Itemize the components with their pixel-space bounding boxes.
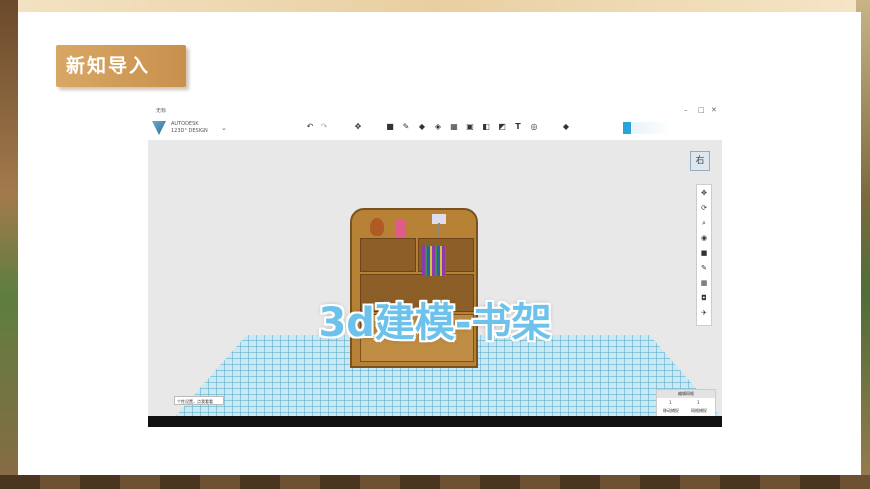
- screenshot-bottom-bar: [148, 416, 722, 427]
- close-icon[interactable]: ✕: [711, 106, 717, 114]
- combine-icon[interactable]: ◧: [482, 123, 490, 131]
- view-cube[interactable]: 右: [690, 151, 710, 171]
- group-icon[interactable]: ▣: [466, 123, 474, 131]
- pink-cup-model: [396, 220, 406, 237]
- vase-model: [370, 218, 384, 236]
- login-button[interactable]: [623, 122, 631, 134]
- 3d-viewport[interactable]: 右 ✥ ⟳ ⌕ ◉ ■ ✎ ▦ ◘ ✈ 3d建模-书架 个性设置，点我看看 S …: [148, 140, 722, 426]
- brand-name: AUTODESK: [171, 121, 199, 127]
- background-top: [0, 0, 870, 12]
- text-icon[interactable]: T: [514, 123, 522, 131]
- grid-value-2[interactable]: 1: [697, 400, 700, 405]
- grid-label-2: 网格捕捉: [691, 408, 707, 413]
- grid-toggle-icon[interactable]: ▦: [700, 279, 708, 287]
- pattern-icon[interactable]: ▦: [450, 123, 458, 131]
- redo-icon[interactable]: ↷: [320, 123, 328, 131]
- main-toolbar: AUTODESK 123D° DESIGN ⌄ ↶ ↷ ✥ ■ ✎ ◆ ◈ ▦ …: [148, 117, 722, 141]
- measure-icon[interactable]: ◩: [498, 123, 506, 131]
- background-bottom: [0, 475, 870, 489]
- modify-icon[interactable]: ◈: [434, 123, 442, 131]
- undo-icon[interactable]: ↶: [306, 123, 314, 131]
- minimize-icon[interactable]: –: [684, 106, 688, 114]
- personal-settings-hint[interactable]: 个性设置，点我看看: [174, 396, 224, 405]
- background-left: [0, 0, 18, 489]
- account-area[interactable]: [632, 122, 672, 134]
- snap-icon[interactable]: ◎: [530, 123, 538, 131]
- transform-icon[interactable]: ✥: [354, 123, 362, 131]
- visibility-icon[interactable]: ✎: [700, 264, 708, 272]
- chevron-down-icon[interactable]: ⌄: [221, 124, 227, 132]
- app-screenshot: 无标 – □ ✕ AUTODESK 123D° DESIGN ⌄ ↶ ↷ ✥ ■…: [148, 105, 722, 427]
- pan-icon[interactable]: ✥: [700, 189, 708, 197]
- grid-label-1: 移动捕捉: [663, 408, 679, 413]
- sketch-icon[interactable]: ✎: [402, 123, 410, 131]
- zoom-icon[interactable]: ⌕: [700, 219, 708, 227]
- grid-value-1[interactable]: 1: [669, 400, 672, 405]
- shelf-compartment: [360, 238, 416, 272]
- view-icon[interactable]: ■: [700, 249, 708, 257]
- overlay-caption: 3d建模-书架: [318, 300, 552, 346]
- grid-panel-header: 编辑网格: [657, 390, 715, 398]
- books-model: [422, 246, 446, 276]
- maximize-icon[interactable]: □: [698, 106, 705, 114]
- lamp-model: [432, 214, 446, 236]
- construct-icon[interactable]: ◆: [418, 123, 426, 131]
- primitives-icon[interactable]: ■: [386, 123, 394, 131]
- product-name: 123D° DESIGN: [171, 128, 208, 134]
- edit-grid-panel[interactable]: 编辑网格 1 1 移动捕捉 网格捕捉: [656, 389, 716, 417]
- slide-card: 新知导入 无标 – □ ✕ AUTODESK 123D° DESIGN ⌄ ↶ …: [18, 12, 861, 475]
- material-icon[interactable]: ◆: [562, 123, 570, 131]
- window-title: 无标: [156, 108, 167, 114]
- section-title: 新知导入: [56, 45, 186, 87]
- fit-icon[interactable]: ◉: [700, 234, 708, 242]
- app-logo-icon[interactable]: [152, 121, 166, 135]
- orbit-icon[interactable]: ⟳: [700, 204, 708, 212]
